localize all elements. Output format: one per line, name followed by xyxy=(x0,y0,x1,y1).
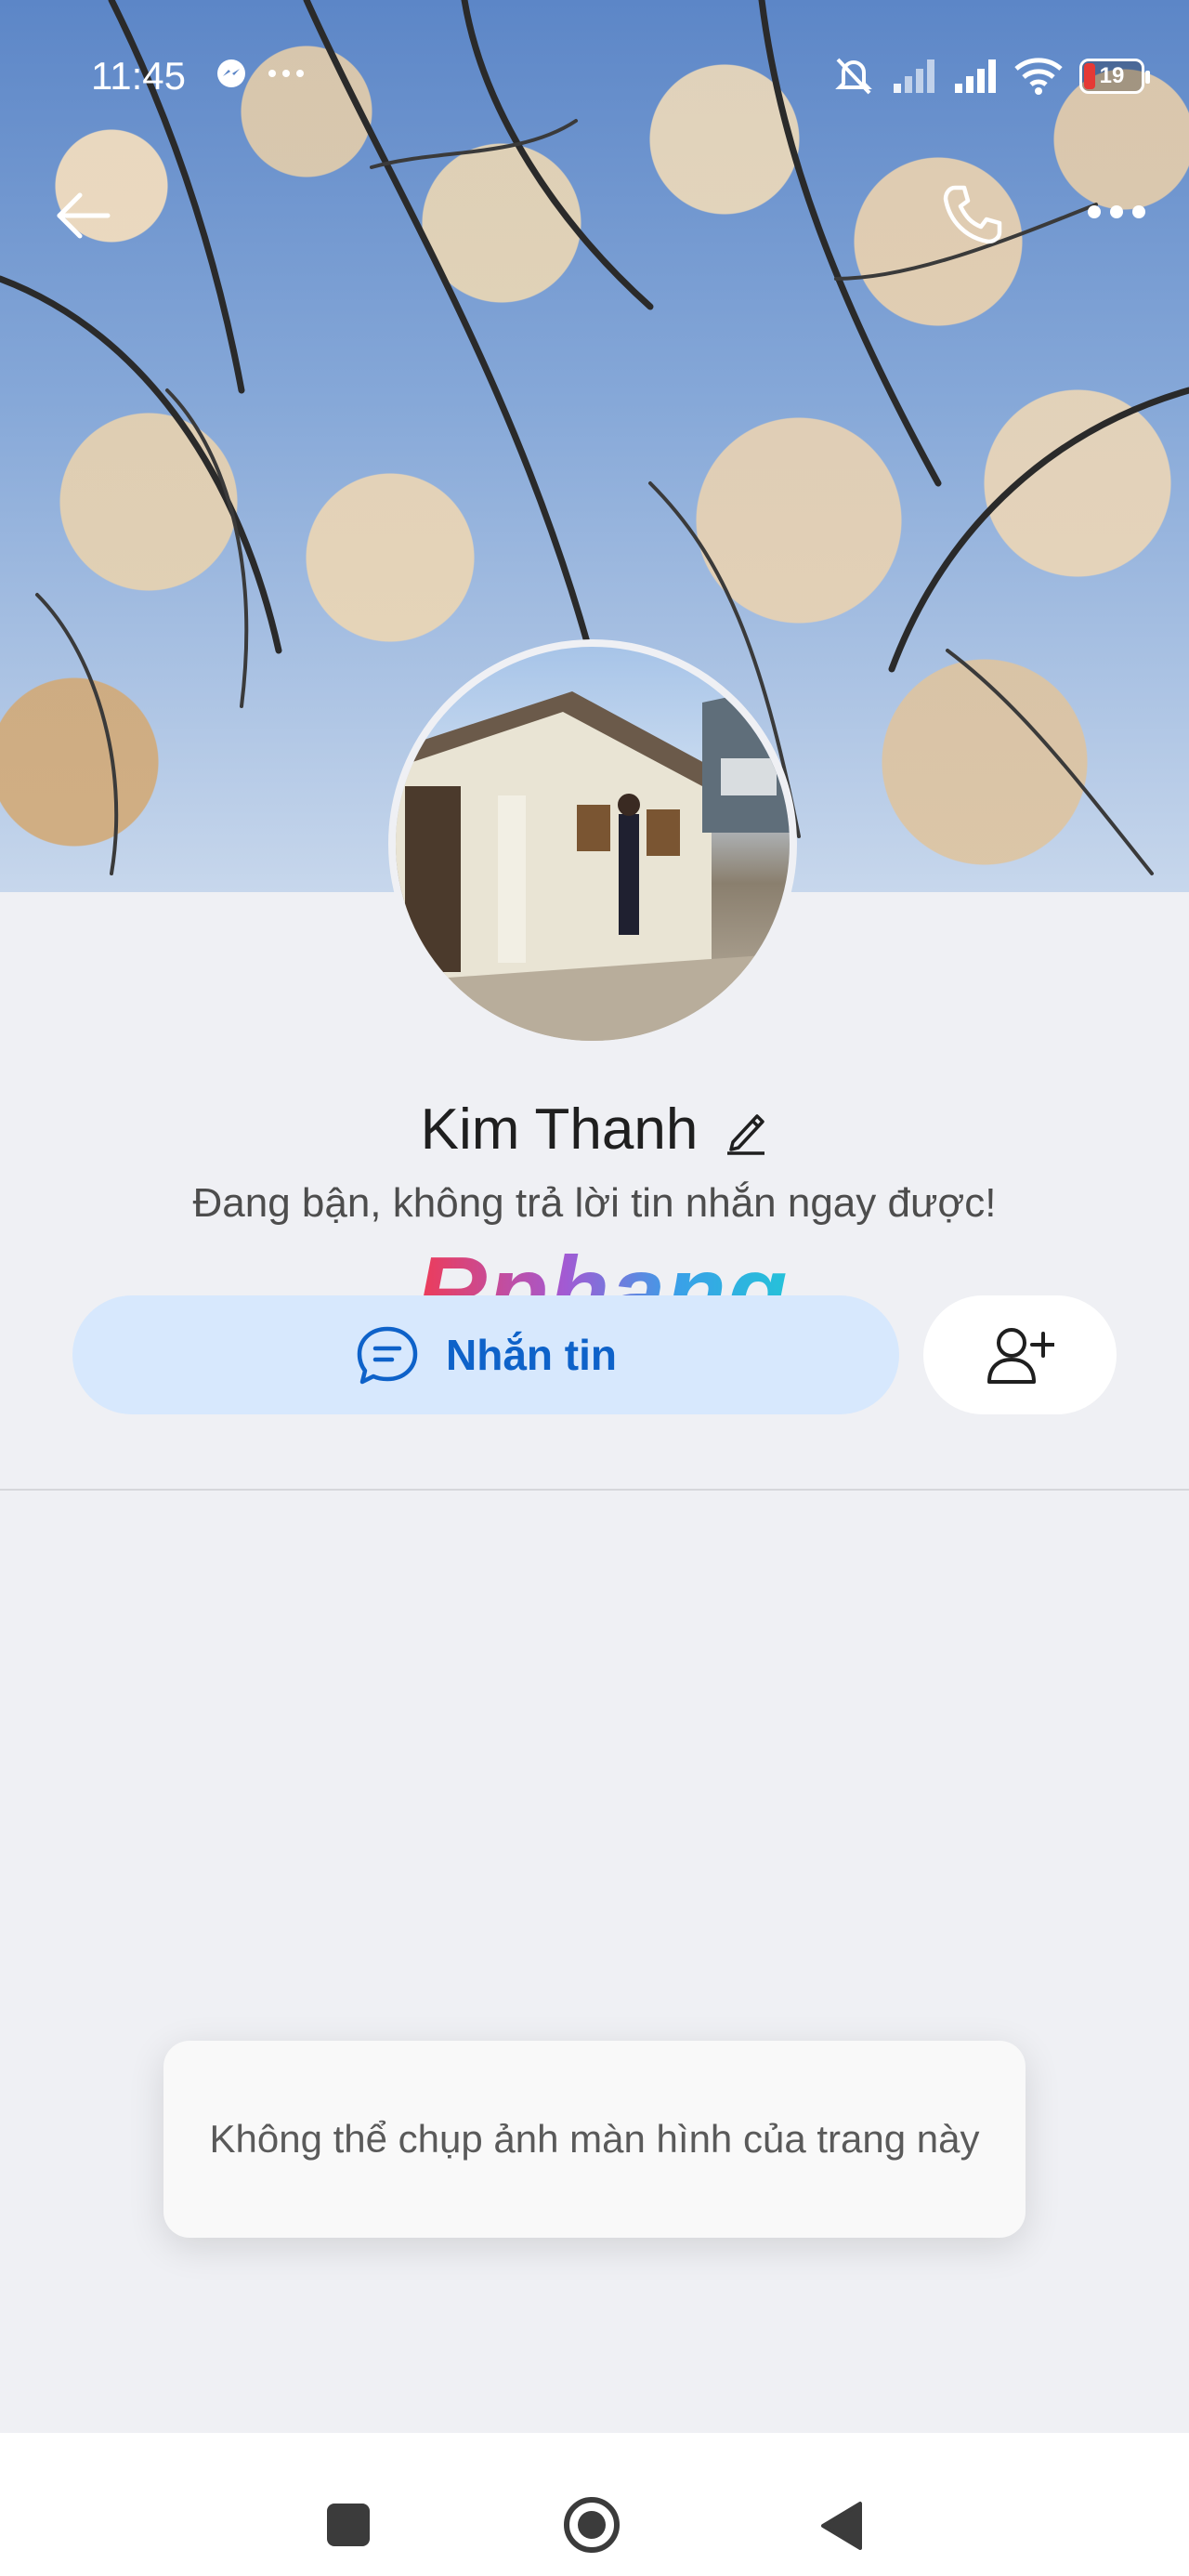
section-divider xyxy=(0,1489,1189,1491)
profile-name: Kim Thanh xyxy=(420,1097,699,1162)
avatar[interactable] xyxy=(388,639,797,1048)
add-friend-icon xyxy=(987,1328,1054,1384)
avatar-photo xyxy=(396,684,790,1041)
arrow-left-icon xyxy=(57,192,111,239)
signal-icon xyxy=(894,59,934,93)
status-right-icons: 19 xyxy=(832,56,1150,97)
add-friend-button[interactable] xyxy=(923,1295,1117,1414)
toast-text: Không thể chụp ảnh màn hình của trang nà… xyxy=(209,2117,980,2161)
battery-level: 19 xyxy=(1099,63,1125,88)
call-button[interactable] xyxy=(940,182,1005,247)
status-bar: 11:45 19 xyxy=(0,37,1189,121)
battery-icon: 19 xyxy=(1079,59,1150,94)
back-button[interactable] xyxy=(54,186,113,245)
pencil-icon xyxy=(727,1113,765,1155)
signal-icon xyxy=(955,59,996,93)
system-back-button[interactable] xyxy=(817,2500,864,2552)
message-button-label: Nhắn tin xyxy=(446,1331,617,1379)
status-time: 11:45 xyxy=(91,54,186,98)
screenshot-blocked-toast: Không thể chụp ảnh màn hình của trang nà… xyxy=(163,2041,1026,2238)
home-button[interactable] xyxy=(563,2496,621,2554)
edit-name-button[interactable] xyxy=(724,1105,768,1155)
status-left-icons xyxy=(216,58,305,89)
message-button[interactable]: Nhắn tin xyxy=(72,1295,899,1414)
profile-name-row: Kim Thanh xyxy=(0,1097,1189,1163)
more-button[interactable] xyxy=(1087,193,1146,230)
recent-apps-button[interactable] xyxy=(327,2504,370,2546)
phone-icon xyxy=(943,185,1002,244)
system-navigation-bar xyxy=(0,2433,1189,2576)
mute-icon xyxy=(835,58,872,95)
messenger-icon xyxy=(217,59,245,87)
more-dots-icon xyxy=(268,70,304,77)
wifi-icon xyxy=(1014,58,1063,95)
profile-status-message: Đang bận, không trả lời tin nhắn ngay đư… xyxy=(192,1180,997,1226)
chat-bubble-icon xyxy=(357,1326,418,1385)
more-horizontal-icon xyxy=(1088,205,1145,218)
